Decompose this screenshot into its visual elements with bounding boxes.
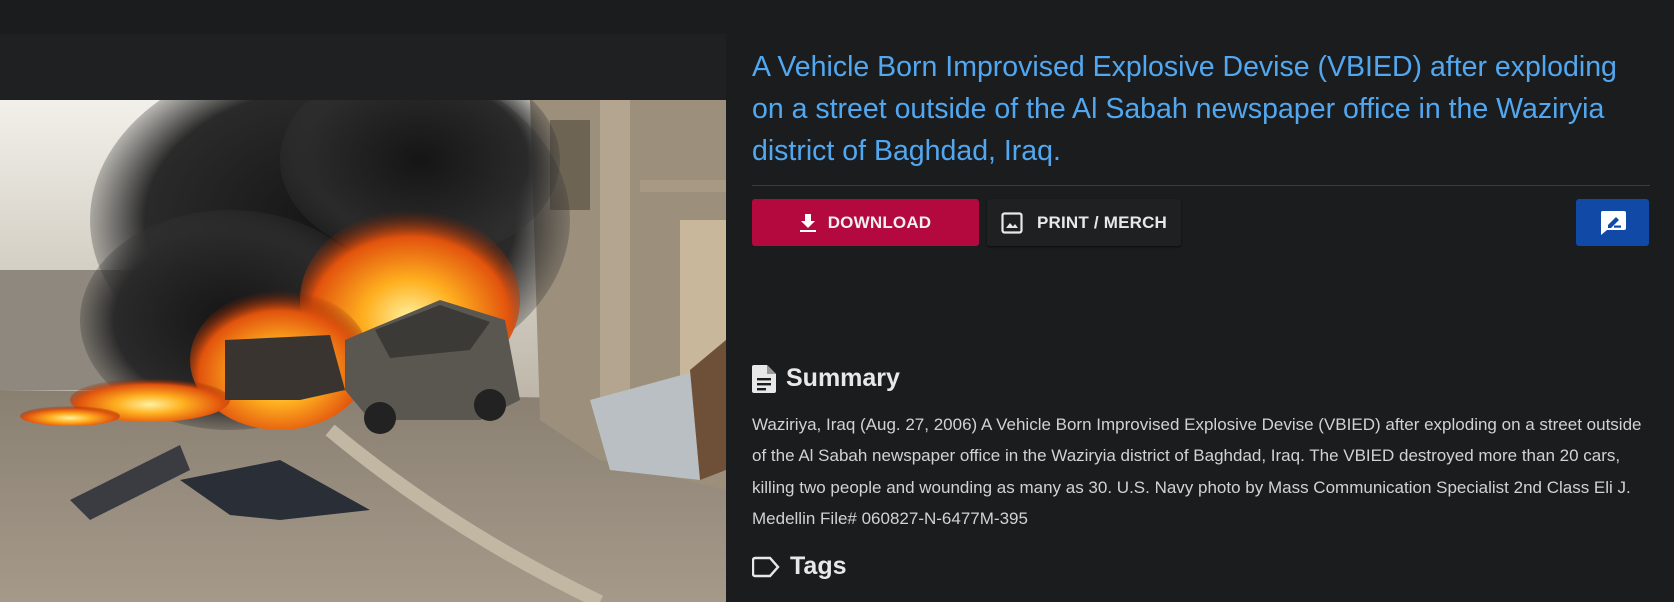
download-icon	[799, 213, 816, 232]
feedback-icon	[1599, 210, 1627, 236]
summary-heading-label: Summary	[786, 364, 900, 392]
print-merch-button[interactable]: PRINT / MERCH	[987, 199, 1181, 246]
image-title: A Vehicle Born Improvised Explosive Devi…	[752, 51, 1617, 167]
photo-illustration	[0, 100, 726, 602]
document-icon	[752, 364, 776, 393]
summary-text: Waziriya, Iraq (Aug. 27, 2006) A Vehicle…	[752, 415, 1642, 528]
tag-icon	[752, 556, 780, 578]
feedback-button[interactable]	[1576, 199, 1649, 246]
print-merch-label: PRINT / MERCH	[1036, 212, 1168, 232]
summary-heading: Summary	[752, 364, 900, 393]
download-label: DOWNLOAD	[827, 212, 932, 232]
details-panel: A Vehicle Born Improvised Explosive Devi…	[752, 0, 1650, 602]
download-button[interactable]: DOWNLOAD	[752, 199, 979, 246]
image-panel	[0, 34, 726, 602]
main-photo[interactable]	[0, 100, 726, 602]
divider	[752, 185, 1650, 186]
page: A Vehicle Born Improvised Explosive Devi…	[0, 0, 1674, 602]
tags-heading: Tags	[752, 552, 847, 581]
tags-heading-label: Tags	[790, 552, 847, 580]
image-icon	[1001, 211, 1023, 234]
